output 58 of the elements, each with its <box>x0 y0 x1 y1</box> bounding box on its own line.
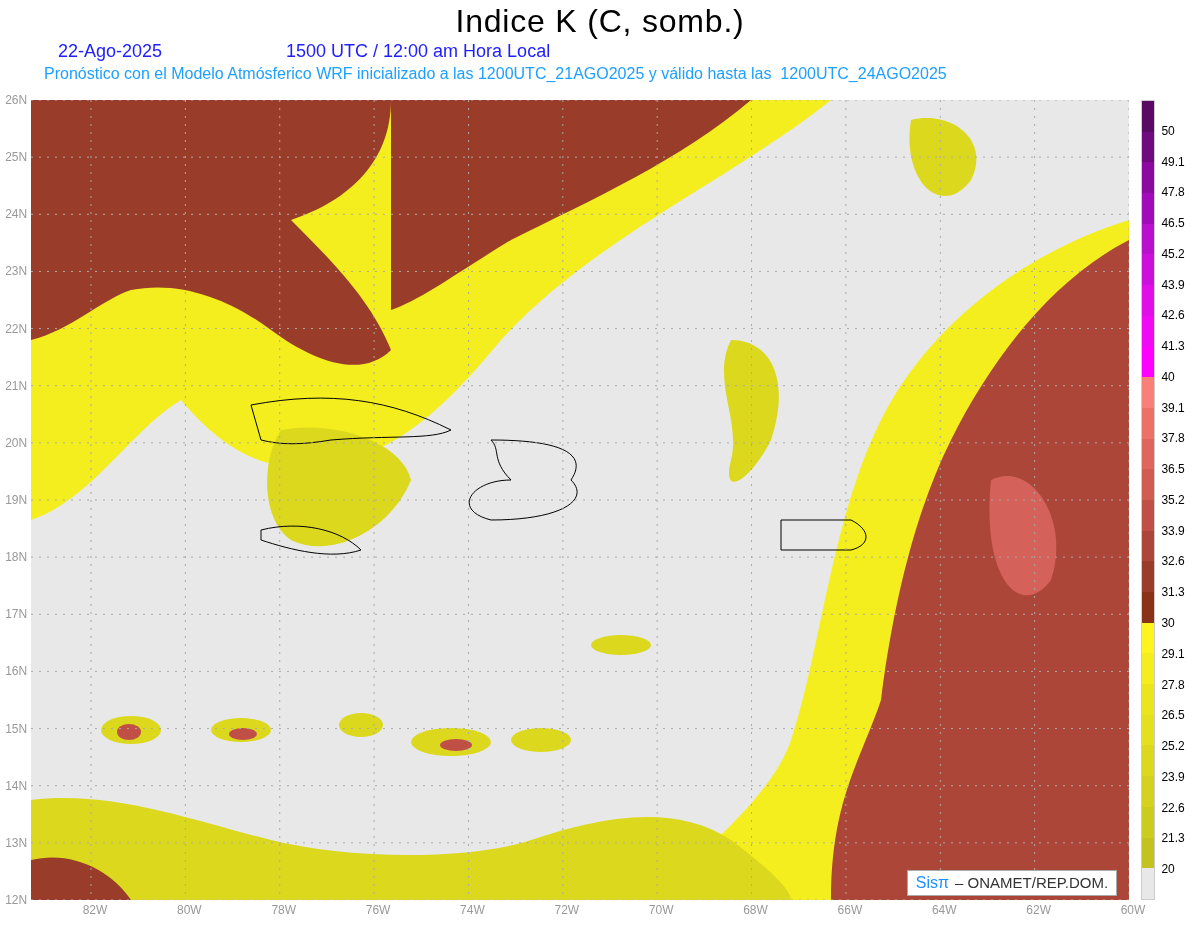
colorbar-label: 23.9 <box>1161 769 1185 784</box>
forecast-time: 1500 UTC / 12:00 am Hora Local <box>286 40 551 62</box>
latitude-label: 16N <box>5 664 28 679</box>
forecast-date: 22-Ago-2025 <box>58 40 164 62</box>
chart-title: Indice K (C, somb.) <box>455 2 745 40</box>
latitude-label: 17N <box>5 607 28 622</box>
latitude-label: 18N <box>5 550 28 565</box>
colorbar-label: 36.5 <box>1161 462 1185 477</box>
latitude-label: 19N <box>5 493 28 507</box>
colorbar-label: 37.8 <box>1161 431 1185 446</box>
colorbar-label: 29.1 <box>1161 646 1185 661</box>
colorbar-label: 43.9 <box>1161 277 1185 292</box>
longitude-label: 74W <box>459 902 486 918</box>
forecast-subtitle: Pronóstico con el Modelo Atmósferico WRF inicializado a las 1200UTC_21AGO2025 y válido hasta las 1200UTC_24AGO2025 <box>44 64 947 84</box>
longitude-label: 70W <box>647 902 675 918</box>
longitude-label: 66W <box>836 902 864 918</box>
colorbar-label: 45.2 <box>1161 246 1185 261</box>
colorbar-label: 31.3 <box>1161 585 1185 600</box>
longitude-label: 62W <box>1025 902 1052 918</box>
longitude-label: 60W <box>1119 902 1147 918</box>
colorbar-label: 33.9 <box>1161 523 1185 538</box>
credit-text: – ONAMET/REP.DOM. <box>955 873 1109 893</box>
longitude-label: 72W <box>553 902 581 918</box>
latitude-label: 15N <box>5 721 28 736</box>
colorbar-label: 39.1 <box>1161 400 1185 415</box>
longitude-label: 64W <box>930 902 958 918</box>
colorbar-label: 32.6 <box>1161 554 1185 569</box>
colorbar-label: 27.8 <box>1161 677 1185 692</box>
latitude-label: 13N <box>5 835 28 850</box>
colorbar-label: 50 <box>1161 123 1175 138</box>
colorbar-label: 25.2 <box>1161 739 1185 754</box>
colorbar-label: 26.5 <box>1161 708 1185 723</box>
latitude-label: 24N <box>5 207 28 222</box>
colorbar-label: 47.8 <box>1161 185 1185 200</box>
latitude-label: 14N <box>5 778 28 793</box>
latitude-label: 22N <box>5 321 28 336</box>
longitude-label: 82W <box>81 902 109 918</box>
colorbar-label: 40 <box>1161 369 1175 384</box>
longitude-label: 80W <box>176 902 203 918</box>
longitude-label: 68W <box>742 902 769 918</box>
latitude-label: 23N <box>5 264 28 279</box>
latitude-label: 21N <box>5 378 28 393</box>
colorbar-label: 35.2 <box>1161 492 1185 507</box>
latitude-label: 25N <box>5 150 28 165</box>
colorbar-label: 30 <box>1161 616 1175 630</box>
longitude-label: 78W <box>270 902 298 918</box>
latitude-label: 20N <box>5 435 28 450</box>
longitude-label: 76W <box>364 902 392 918</box>
latitude-label: 26N <box>5 93 28 107</box>
colorbar-label: 49.1 <box>1161 154 1185 169</box>
colorbar-label: 21.3 <box>1161 831 1185 846</box>
colorbar-label: 46.5 <box>1161 216 1185 231</box>
colorbar-label: 41.3 <box>1161 339 1185 354</box>
logo: Sisπ <box>915 873 950 893</box>
colorbar-label: 42.6 <box>1161 308 1185 323</box>
latitude-label: 12N <box>5 892 28 907</box>
colorbar-label: 20 <box>1161 862 1175 877</box>
colorbar-label: 22.6 <box>1161 800 1185 815</box>
